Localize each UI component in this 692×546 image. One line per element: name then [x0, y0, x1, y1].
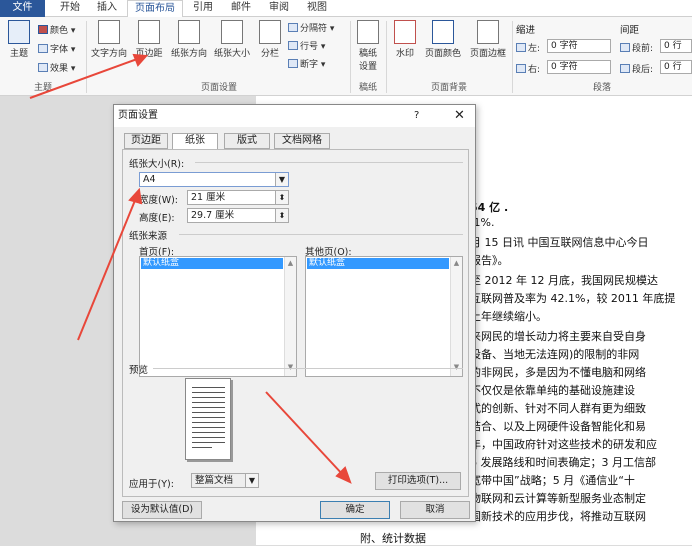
annotation-arrows	[29, 53, 352, 484]
annotation-arrow	[77, 197, 137, 341]
arrow-head	[132, 53, 149, 67]
annotation-arrow	[265, 391, 345, 477]
annotation-arrow	[29, 57, 141, 99]
arrow-head	[128, 187, 143, 205]
